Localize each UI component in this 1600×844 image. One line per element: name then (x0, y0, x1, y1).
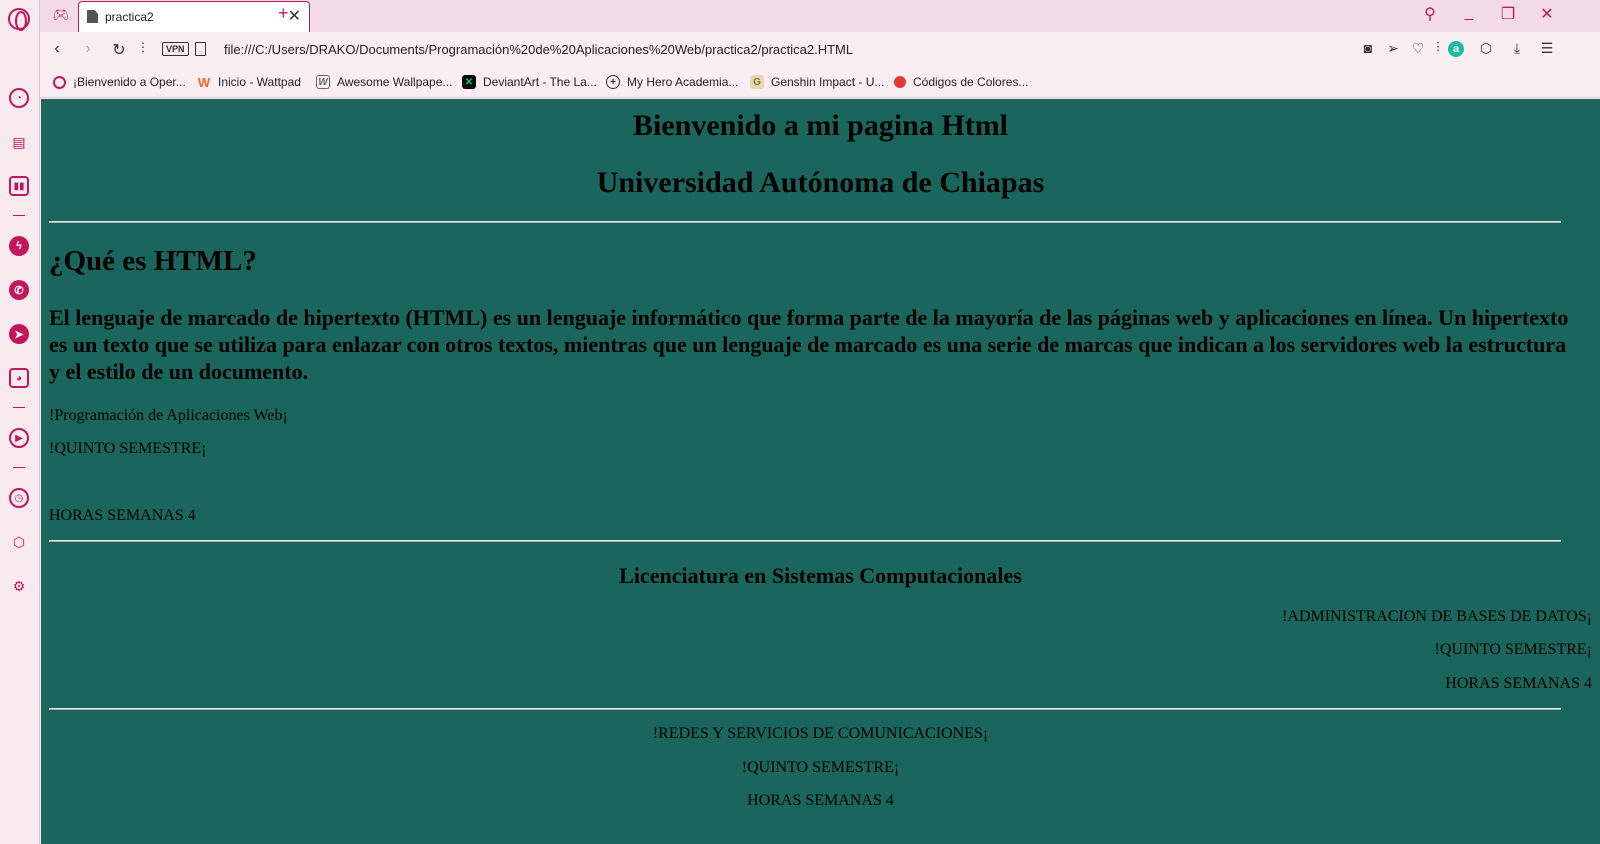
tab-title: practica2 (105, 10, 154, 24)
bookmark-label: Awesome Wallpape... (337, 75, 453, 89)
bookmark-label: Inicio - Wattpad (218, 75, 301, 89)
course3-name: !REDES Y SERVICIOS DE COMUNICACIONES¡ (652, 725, 989, 742)
heart-bookmark-icon[interactable]: ♡ (1408, 40, 1428, 57)
snapshot-camera-icon[interactable]: ◙ (1358, 40, 1378, 56)
divider-dots-icon: ⋮ (1432, 41, 1444, 53)
horizontal-rule (49, 540, 1561, 542)
course2-semester: !QUINTO SEMESTRE¡ (1434, 641, 1592, 658)
messenger-icon[interactable]: ϟ (9, 236, 29, 256)
search-icon[interactable]: ⚲ (1419, 4, 1441, 24)
bookmark-label: Códigos de Colores... (913, 75, 1029, 89)
restore-icon[interactable]: ❐ (1497, 4, 1519, 24)
tab-close-icon[interactable]: ✕ (288, 6, 301, 26)
deviantart-icon: ✕ (462, 75, 476, 89)
globe-icon: + (606, 75, 620, 89)
bookmarks-bar: ¡Bienvenido a Oper... W Inicio - Wattpad… (40, 68, 1600, 98)
horizontal-rule (49, 708, 1561, 710)
telegram-icon[interactable]: ➤ (9, 324, 29, 344)
course3-semester: !QUINTO SEMESTRE¡ (741, 759, 900, 776)
course1-hours: HORAS SEMANAS 4 (49, 507, 196, 524)
reload-icon[interactable]: ↻ (109, 40, 129, 60)
sidebar-separator (13, 215, 25, 216)
genshin-icon: G (750, 75, 764, 89)
send-flow-icon[interactable]: ➢ (1383, 40, 1403, 57)
course1-name: !Programación de Aplicaciones Web¡ (49, 407, 288, 424)
bookmark-label: My Hero Academia... (627, 75, 739, 89)
minimize-icon[interactable]: _ (1458, 4, 1480, 22)
new-tab-plus-icon[interactable]: + (278, 3, 289, 24)
sidebar-separator (13, 467, 25, 468)
opera-icon (53, 75, 66, 89)
page-icon (87, 10, 98, 23)
degree-heading: Licenciatura en Sistemas Computacionales (619, 563, 1022, 588)
bookmark-wallpaper[interactable]: W Awesome Wallpape... (316, 75, 452, 89)
course3-hours: HORAS SEMANAS 4 (747, 792, 894, 809)
gx-gamepad-icon[interactable]: 🎮︎ (52, 7, 70, 23)
wattpad-icon: W (197, 74, 211, 90)
wallpaper-icon: W (316, 75, 330, 89)
bookmark-genshin[interactable]: G Genshin Impact - U... (750, 75, 884, 89)
url-field[interactable]: file:///C:/Users/DRAKO/Documents/Program… (224, 42, 853, 57)
page-title: Bienvenido a mi pagina Html (632, 109, 1009, 142)
university-heading: Universidad Autónoma de Chiapas (596, 166, 1045, 199)
opera-sidebar: ◔ ▤ ▮▮ ϟ ✆ ➤ ◕ ▶ ◷ ⬡ ⚙ (0, 0, 40, 844)
player-icon[interactable]: ▶ (9, 428, 29, 448)
address-bar-row: ‹ › ↻ ⋮ VPN file:///C:/Users/DRAKO/Docum… (40, 32, 1600, 68)
opera-logo-icon[interactable] (8, 8, 30, 31)
bookmark-label: Genshin Impact - U... (771, 75, 885, 89)
settings-gear-icon[interactable]: ⚙ (9, 576, 29, 596)
bookmark-label: DeviantArt - The La... (483, 75, 597, 89)
horizontal-rule (49, 221, 1561, 223)
tab-bar: 🎮︎ practica2 ✕ + ⚲ _ ❐ ✕ (40, 0, 1600, 32)
easy-setup-icon[interactable]: ☰ (1537, 40, 1557, 57)
file-page-icon (195, 42, 206, 56)
speed-dial-icon[interactable]: ◔ (9, 88, 29, 108)
course2-hours: HORAS SEMANAS 4 (1445, 675, 1592, 692)
bookmark-wattpad[interactable]: W Inicio - Wattpad (197, 74, 301, 90)
crypto-wallet-icon[interactable]: ⬡ (9, 532, 29, 552)
bookmark-opera[interactable]: ¡Bienvenido a Oper... (53, 75, 186, 89)
color-codes-icon (894, 76, 906, 88)
shopping-bag-icon[interactable]: ▤ (9, 132, 29, 152)
html-description: El lenguaje de marcado de hipertexto (HT… (49, 305, 1569, 384)
download-icon[interactable]: ⤓ (1507, 40, 1527, 57)
web-page: Bienvenido a mi pagina Html Universidad … (41, 99, 1600, 844)
twitch-icon[interactable]: ▮▮ (9, 176, 29, 196)
bookmark-label: ¡Bienvenido a Oper... (73, 75, 186, 89)
close-window-icon[interactable]: ✕ (1536, 4, 1558, 24)
discord-icon[interactable]: ◕ (9, 368, 29, 388)
history-icon[interactable]: ◷ (9, 488, 29, 508)
course1-semester: !QUINTO SEMESTRE¡ (49, 440, 207, 457)
section-heading: ¿Qué es HTML? (49, 245, 257, 277)
bookmark-color-codes[interactable]: Códigos de Colores... (894, 75, 1028, 89)
vpn-badge[interactable]: VPN (162, 42, 189, 56)
sidebar-separator (13, 407, 25, 408)
cube-extension-icon[interactable]: ⬡ (1476, 40, 1496, 57)
tab-practica2[interactable]: practica2 ✕ (78, 1, 310, 32)
forward-arrow-icon[interactable]: › (78, 40, 98, 58)
whatsapp-icon[interactable]: ✆ (9, 280, 29, 300)
course2-name: !ADMINISTRACION DE BASES DE DATOS¡ (1282, 608, 1592, 625)
bookmark-mha[interactable]: + My Hero Academia... (606, 75, 738, 89)
bookmark-deviantart[interactable]: ✕ DeviantArt - The La... (462, 75, 597, 89)
extension-a-icon[interactable]: a (1448, 41, 1464, 57)
more-dots-icon[interactable]: ⋮ (133, 40, 153, 54)
back-arrow-icon[interactable]: ‹ (47, 40, 67, 58)
